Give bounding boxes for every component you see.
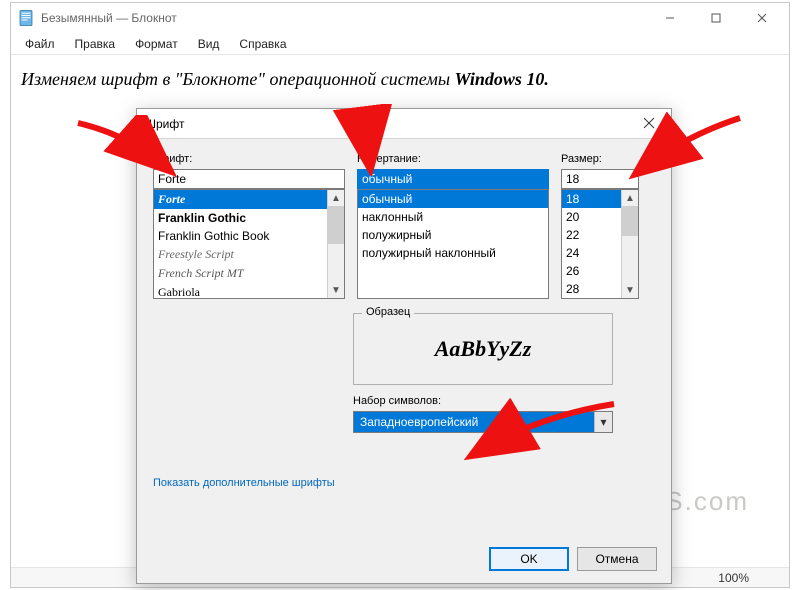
charset-label: Набор символов:: [353, 395, 655, 407]
minimize-icon: [665, 13, 675, 23]
chevron-down-icon: ▾: [594, 412, 612, 432]
dialog-buttons: OK Отмена: [137, 537, 671, 583]
scroll-down-icon[interactable]: ▼: [328, 282, 344, 298]
window-title: Безымянный — Блокнот: [41, 11, 647, 25]
cancel-button[interactable]: Отмена: [577, 547, 657, 571]
list-item[interactable]: полужирный: [358, 226, 548, 244]
menu-format[interactable]: Формат: [127, 35, 186, 53]
list-item[interactable]: обычный: [358, 190, 548, 208]
list-item[interactable]: 22: [562, 226, 621, 244]
ok-button[interactable]: OK: [489, 547, 569, 571]
dialog-body: Шрифт: Forte Franklin Gothic Franklin Go…: [137, 139, 671, 537]
sample-text: AaBbYyZz: [360, 322, 606, 368]
style-label: Начертание:: [357, 153, 549, 165]
editor-text-bold: Windows 10.: [455, 69, 549, 89]
font-label: Шрифт:: [153, 153, 345, 165]
size-label: Размер:: [561, 153, 639, 165]
list-item[interactable]: Forte: [154, 190, 327, 209]
list-item[interactable]: Gabriola: [154, 283, 327, 298]
more-fonts-link[interactable]: Показать дополнительные шрифты: [153, 477, 335, 489]
style-column: Начертание: обычный наклонный полужирный…: [357, 153, 549, 299]
sample-group: Образец AaBbYyZz: [353, 313, 613, 385]
menu-view[interactable]: Вид: [190, 35, 228, 53]
close-icon: [757, 13, 767, 23]
font-input[interactable]: [153, 169, 345, 189]
style-listbox[interactable]: обычный наклонный полужирный полужирный …: [357, 189, 549, 299]
list-item[interactable]: 18: [562, 190, 621, 208]
sample-label: Образец: [362, 306, 414, 318]
notepad-icon: [17, 9, 35, 27]
list-item[interactable]: Freestyle Script: [154, 245, 327, 264]
list-item[interactable]: 20: [562, 208, 621, 226]
editor-text: Изменяем шрифт в "Блокноте" операционной…: [21, 69, 455, 89]
zoom-indicator: 100%: [718, 571, 749, 585]
list-item[interactable]: наклонный: [358, 208, 548, 226]
charset-combo[interactable]: Западноевропейский ▾: [353, 411, 613, 433]
font-column: Шрифт: Forte Franklin Gothic Franklin Go…: [153, 153, 345, 299]
menubar: Файл Правка Формат Вид Справка: [11, 33, 789, 55]
list-item[interactable]: 26: [562, 262, 621, 280]
list-item[interactable]: 28: [562, 280, 621, 298]
list-item[interactable]: Franklin Gothic Book: [154, 227, 327, 245]
font-listbox[interactable]: Forte Franklin Gothic Franklin Gothic Bo…: [153, 189, 345, 299]
menu-help[interactable]: Справка: [231, 35, 294, 53]
dialog-close-button[interactable]: [635, 116, 663, 132]
list-item[interactable]: 24: [562, 244, 621, 262]
list-item[interactable]: полужирный наклонный: [358, 244, 548, 262]
list-item[interactable]: Franklin Gothic: [154, 209, 327, 227]
maximize-icon: [711, 13, 721, 23]
close-icon: [643, 117, 655, 129]
font-dialog: Шрифт Шрифт: Forte Franklin Gothic Frank…: [136, 108, 672, 584]
size-input[interactable]: [561, 169, 639, 189]
scroll-up-icon[interactable]: ▲: [328, 190, 344, 206]
dialog-titlebar: Шрифт: [137, 109, 671, 139]
style-input[interactable]: [357, 169, 549, 189]
maximize-button[interactable]: [693, 3, 739, 33]
scrollbar[interactable]: ▲ ▼: [327, 190, 344, 298]
minimize-button[interactable]: [647, 3, 693, 33]
scrollbar[interactable]: ▲ ▼: [621, 190, 638, 298]
size-listbox[interactable]: 18 20 22 24 26 28 36 ▲ ▼: [561, 189, 639, 299]
menu-edit[interactable]: Правка: [67, 35, 124, 53]
scroll-down-icon[interactable]: ▼: [622, 282, 638, 298]
scroll-up-icon[interactable]: ▲: [622, 190, 638, 206]
size-column: Размер: 18 20 22 24 26 28 36 ▲: [561, 153, 639, 299]
close-button[interactable]: [739, 3, 785, 33]
titlebar: Безымянный — Блокнот: [11, 3, 789, 33]
charset-value: Западноевропейский: [354, 412, 594, 432]
dialog-title: Шрифт: [145, 117, 184, 131]
menu-file[interactable]: Файл: [17, 35, 63, 53]
list-item[interactable]: French Script MT: [154, 264, 327, 283]
window-controls: [647, 3, 785, 33]
